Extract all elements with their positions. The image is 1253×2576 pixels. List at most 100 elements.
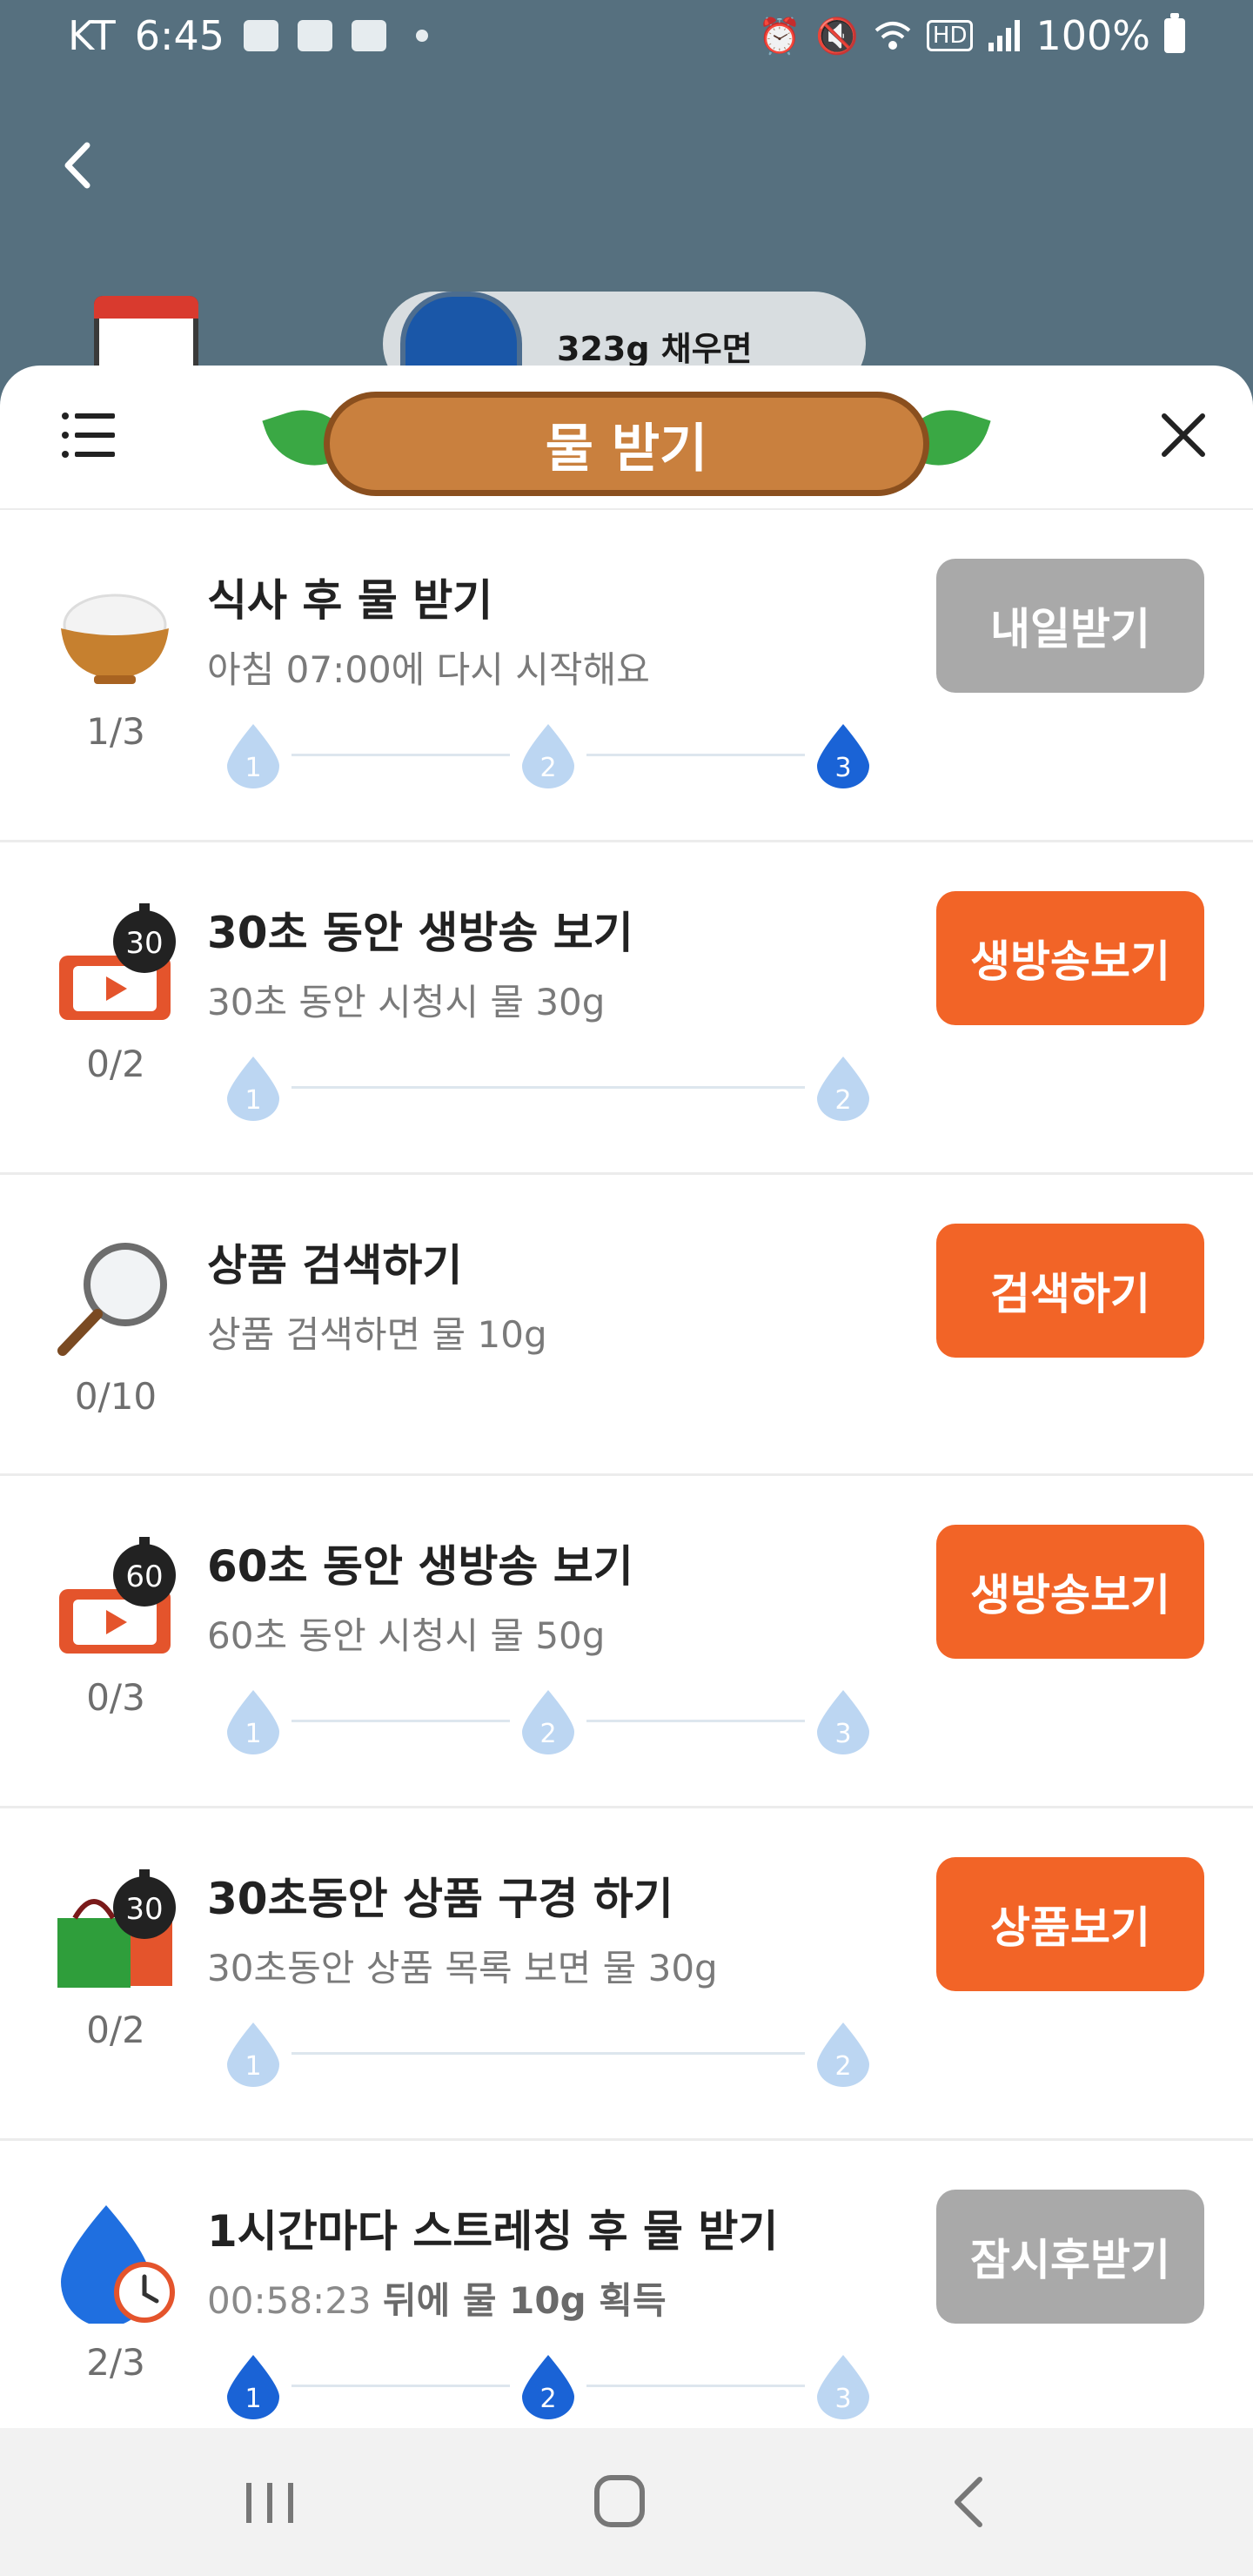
sheet-title: 물 받기 [324, 392, 929, 496]
drop-label: 3 [834, 1719, 851, 1749]
timer-badge: 30 [125, 926, 163, 961]
water-drop-icon: 3 [817, 724, 869, 788]
task-count: 0/2 [86, 1043, 145, 1085]
task-subtitle: 30초 동안 시청시 물 30g [207, 981, 606, 1023]
drop-progress: 1 2 3 [222, 1685, 874, 1763]
task-row-search: 0/10 상품 검색하기 상품 검색하면 물 10g 검색하기 [0, 1175, 1253, 1476]
task-title: 60초 동안 생방송 보기 [207, 1541, 633, 1592]
mute-icon: 🔇 [815, 16, 859, 57]
shopping-bags-timer-icon: 30 [57, 1869, 176, 1988]
battery-percent: 100% [1035, 12, 1150, 59]
title-banner: 물 받기 [261, 383, 992, 496]
task-row-stretching: 2/3 1시간마다 스트레칭 후 물 받기 00:58:23 뒤에 물 10g … [0, 2141, 1253, 2428]
briefcase-icon [352, 20, 387, 51]
task-title: 30초동안 상품 구경 하기 [207, 1874, 673, 1924]
gallery-icon [244, 20, 279, 51]
drop-label: 2 [539, 1719, 556, 1749]
water-drop-icon: 1 [227, 724, 279, 788]
water-drop-icon: 3 [817, 2355, 869, 2419]
task-title: 식사 후 물 받기 [207, 575, 493, 626]
task-subtitle: 60초 동안 시청시 물 50g [207, 1614, 606, 1657]
water-drop-clock-icon [61, 2205, 175, 2324]
battery-icon [1164, 13, 1185, 53]
recent-apps-icon[interactable] [231, 2467, 309, 2537]
task-count: 2/3 [86, 2341, 145, 2384]
water-drop-icon: 1 [227, 1690, 279, 1754]
water-prompt: 323g 채우면 [557, 330, 753, 368]
progress-line [291, 1086, 805, 1089]
drop-label: 2 [539, 2384, 556, 2414]
drop-label: 2 [834, 2051, 851, 2082]
progress-line [291, 2052, 805, 2055]
signal-icon [988, 20, 1021, 51]
task-title: 30초 동안 생방송 보기 [207, 908, 633, 958]
drop-label: 3 [834, 2384, 851, 2414]
progress-line [586, 2385, 805, 2387]
hd-icon: HD [926, 20, 974, 51]
drop-progress: 1 2 3 [222, 719, 874, 797]
drop-label: 1 [245, 2051, 261, 2082]
task-row-browse-products: 30 0/2 30초동안 상품 구경 하기 30초동안 상품 목록 보면 물 3… [0, 1808, 1253, 2141]
water-drop-icon: 1 [227, 2355, 279, 2419]
drop-label: 1 [245, 1085, 261, 1116]
timer-badge: 60 [125, 1560, 163, 1594]
drop-label: 1 [245, 1719, 261, 1749]
task-subtitle: 00:58:23 뒤에 물 10g 획득 [207, 2271, 667, 2324]
view-products-button[interactable]: 상품보기 [936, 1857, 1204, 1991]
task-row-meal: 1/3 식사 후 물 받기 아침 07:00에 다시 시작해요 내일받기 1 2 3 [0, 510, 1253, 842]
clock: 6:45 [134, 12, 225, 59]
drop-progress [222, 1384, 874, 1462]
drop-progress: 12 [222, 2017, 874, 2096]
progress-line [291, 1720, 510, 1722]
water-drop-icon: 2 [522, 724, 574, 788]
water-drop-icon: 1 [227, 1057, 279, 1121]
carrier-label: KT [68, 12, 116, 59]
live-tv-timer-icon: 30 [59, 903, 176, 1020]
task-title: 상품 검색하기 [207, 1240, 463, 1291]
home-icon[interactable] [581, 2467, 660, 2537]
close-icon[interactable] [1157, 409, 1209, 461]
magnifier-icon [57, 1243, 167, 1356]
back-icon[interactable] [52, 135, 104, 196]
water-drop-icon: 2 [817, 1057, 869, 1121]
back-nav-icon[interactable] [931, 2467, 1009, 2537]
task-count: 0/10 [74, 1375, 157, 1418]
status-bar: KT 6:45 ⏰ 🔇 HD 100% [0, 0, 1253, 78]
search-button[interactable]: 검색하기 [936, 1224, 1204, 1358]
water-drop-icon: 1 [227, 2023, 279, 2087]
task-subtitle: 30초동안 상품 목록 보면 물 30g [207, 1947, 718, 1989]
subtitle-rest: 뒤에 물 10g 획득 [383, 2279, 667, 2322]
list-menu-icon[interactable] [61, 411, 117, 460]
timer-badge: 30 [125, 1892, 163, 1927]
watch-live-button[interactable]: 생방송보기 [936, 1525, 1204, 1659]
drop-label: 2 [834, 1085, 851, 1116]
countdown-timer: 00:58:23 [207, 2279, 372, 2322]
sheet-header: 물 받기 [0, 366, 1253, 510]
task-row-live-30: 30 0/2 30초 동안 생방송 보기 30초 동안 시청시 물 30g 생방… [0, 842, 1253, 1175]
task-count: 0/3 [86, 1676, 145, 1719]
rice-bowl-icon [61, 594, 169, 684]
attendance-calendar-icon[interactable] [94, 296, 198, 374]
water-tasks-sheet: 물 받기 1/3 식사 후 물 받기 아침 07:00에 다시 시작해요 내일받… [0, 366, 1253, 2428]
water-drop-icon: 2 [817, 2023, 869, 2087]
tomorrow-button[interactable]: 내일받기 [936, 559, 1204, 693]
later-button[interactable]: 잠시후받기 [936, 2190, 1204, 2324]
task-count: 1/3 [86, 710, 145, 753]
task-count: 0/2 [86, 2009, 145, 2051]
drop-label: 3 [834, 753, 851, 783]
drop-progress: 1 2 3 [222, 2350, 874, 2428]
progress-line [291, 2385, 510, 2387]
drop-label: 1 [245, 753, 261, 783]
task-subtitle: 아침 07:00에 다시 시작해요 [207, 648, 650, 691]
drop-label: 1 [245, 2384, 261, 2414]
drop-label: 2 [539, 753, 556, 783]
progress-line [586, 754, 805, 756]
app-notification-icon [298, 20, 333, 51]
water-drop-icon: 2 [522, 2355, 574, 2419]
wifi-icon [874, 22, 911, 50]
system-nav-bar [0, 2428, 1253, 2576]
live-tv-timer-icon: 60 [59, 1537, 176, 1654]
watch-live-button[interactable]: 생방송보기 [936, 891, 1204, 1025]
water-drop-icon: 2 [522, 1690, 574, 1754]
more-notifications-icon [416, 30, 429, 42]
